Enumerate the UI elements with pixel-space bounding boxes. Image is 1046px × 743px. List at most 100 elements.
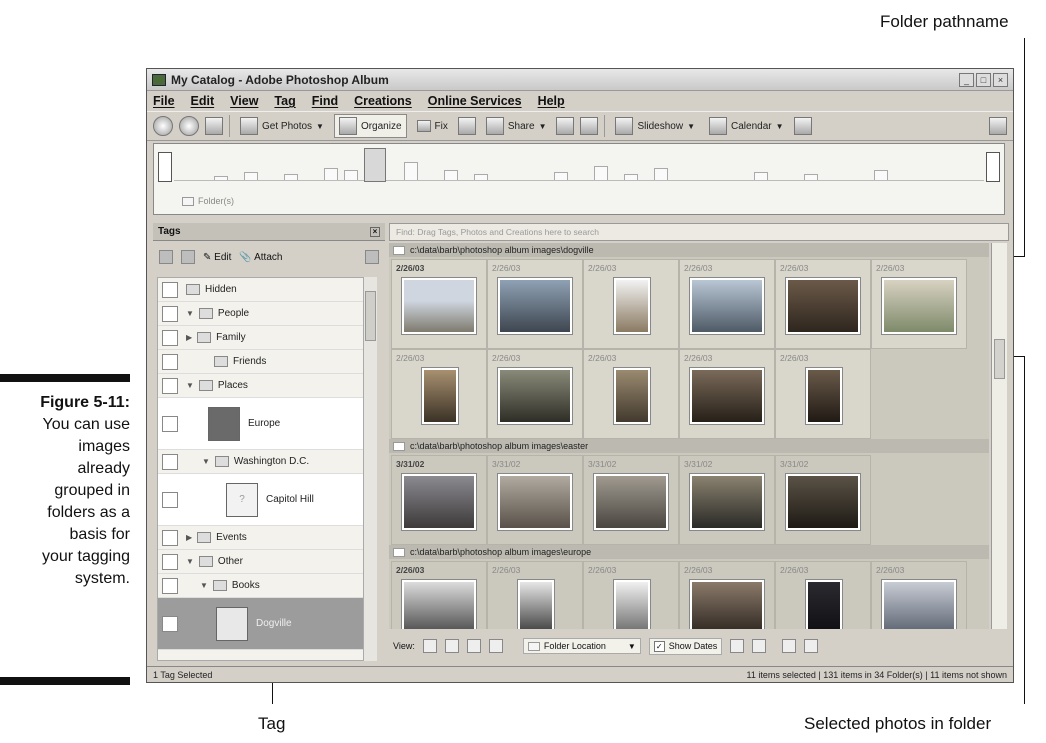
photo-cell[interactable]: 3/31/02 <box>679 455 775 545</box>
timeline-right-handle[interactable] <box>986 152 1000 182</box>
print-icon[interactable] <box>580 117 599 135</box>
tag-row-events[interactable]: ▶ Events <box>158 526 370 550</box>
photo-cell[interactable]: 2/26/03 <box>775 349 871 439</box>
photo-cell[interactable]: 2/26/03 <box>775 561 871 629</box>
tag-checkbox[interactable] <box>162 281 178 298</box>
version-set-icon[interactable] <box>804 639 819 653</box>
timeline-slider[interactable] <box>364 148 386 182</box>
tag-row-friends[interactable]: Friends <box>158 350 370 374</box>
tag-view-icon[interactable] <box>365 250 379 264</box>
scroll-thumb[interactable] <box>365 291 376 341</box>
photo-cell[interactable]: 2/26/03 <box>871 561 967 629</box>
tag-list-scrollbar[interactable] <box>363 277 377 661</box>
photo-cell[interactable]: 3/31/02 <box>583 455 679 545</box>
show-dates-toggle[interactable]: ✓ Show Dates <box>648 637 723 655</box>
expand-arrow-icon[interactable]: ▼ <box>186 309 194 318</box>
timeline-bar[interactable] <box>404 162 418 180</box>
tag-checkbox[interactable] <box>162 529 178 546</box>
expand-arrow-icon[interactable]: ▼ <box>200 581 208 590</box>
photo-cell[interactable]: 2/26/03 <box>487 561 583 629</box>
photo-cell[interactable]: 2/26/03 <box>391 349 487 439</box>
slideshow-button[interactable]: Slideshow ▼ <box>611 115 699 137</box>
title-bar[interactable]: My Catalog - Adobe Photoshop Album _ □ × <box>147 69 1013 91</box>
menu-online-services[interactable]: Online Services <box>428 94 522 108</box>
new-tag-icon[interactable] <box>159 250 173 264</box>
tag-row-europe[interactable]: Europe <box>158 398 370 450</box>
back-icon[interactable] <box>153 116 173 136</box>
timeline-bar[interactable] <box>624 174 638 180</box>
menu-creations[interactable]: Creations <box>354 94 412 108</box>
organize-button[interactable]: Organize <box>333 114 407 138</box>
folder-header[interactable]: c:\data\barb\photoshop album images\dogv… <box>389 243 989 257</box>
tag-checkbox[interactable] <box>162 415 178 432</box>
close-pane-icon[interactable]: × <box>370 226 380 237</box>
timeline[interactable]: Folder(s) <box>153 143 1005 215</box>
timeline-bar[interactable] <box>594 166 608 180</box>
photo-cell[interactable]: 2/26/03 <box>679 561 775 629</box>
tag-row-people[interactable]: ▼ People <box>158 302 370 326</box>
minimize-button[interactable]: _ <box>959 72 974 87</box>
menu-view[interactable]: View <box>230 94 258 108</box>
photo-cell[interactable]: 2/26/03 <box>487 349 583 439</box>
timeline-bar[interactable] <box>874 170 888 180</box>
tag-checkbox[interactable] <box>162 491 178 508</box>
menu-file[interactable]: File <box>153 94 175 108</box>
timeline-bar[interactable] <box>654 168 668 180</box>
rotate-icon[interactable] <box>793 117 812 135</box>
tag-row-books[interactable]: ▼ Books <box>158 574 370 598</box>
photo-cell[interactable]: 3/31/02 <box>391 455 487 545</box>
forward-icon[interactable] <box>179 116 199 136</box>
photo-cell[interactable]: 2/26/03 <box>775 259 871 349</box>
timeline-bar[interactable] <box>214 176 228 180</box>
get-photos-button[interactable]: Get Photos ▼ <box>236 115 328 137</box>
calendar-button[interactable]: Calendar ▼ <box>705 115 788 137</box>
compare-icon[interactable] <box>457 117 476 135</box>
single-photo-icon[interactable] <box>488 639 503 653</box>
full-screen-icon[interactable] <box>989 117 1007 135</box>
timeline-bar[interactable] <box>474 174 488 180</box>
attach-tag-button[interactable]: 📎 Attach <box>239 252 282 263</box>
order-prints-icon[interactable] <box>556 117 575 135</box>
timeline-bar[interactable] <box>444 170 458 180</box>
timeline-bar[interactable] <box>324 168 338 180</box>
details-view-icon[interactable] <box>466 639 481 653</box>
photo-cell[interactable]: 2/26/03 <box>583 259 679 349</box>
rotate-left-icon[interactable] <box>730 639 745 653</box>
delete-tag-icon[interactable] <box>181 250 195 264</box>
find-bar[interactable]: Find: Drag Tags, Photos and Creations he… <box>389 223 1009 241</box>
folder-header[interactable]: c:\data\barb\photoshop album images\east… <box>389 439 989 453</box>
timeline-bar[interactable] <box>344 170 358 180</box>
menu-tag[interactable]: Tag <box>274 94 295 108</box>
maximize-button[interactable]: □ <box>976 72 991 87</box>
menu-help[interactable]: Help <box>538 94 565 108</box>
tag-checkbox[interactable] <box>162 353 178 370</box>
tag-row-other[interactable]: ▼ Other <box>158 550 370 574</box>
timeline-bar[interactable] <box>244 172 258 180</box>
tag-checkbox[interactable] <box>162 615 178 632</box>
photo-well-scrollbar[interactable] <box>991 243 1007 629</box>
share-button[interactable]: Share ▼ <box>482 115 551 137</box>
photo-cell[interactable]: 2/26/03 <box>679 259 775 349</box>
folder-header[interactable]: c:\data\barb\photoshop album images\euro… <box>389 545 989 559</box>
timeline-bar[interactable] <box>554 172 568 180</box>
photo-cell[interactable]: 2/26/03 <box>391 259 487 349</box>
stack-icon[interactable] <box>782 639 797 653</box>
tag-checkbox[interactable] <box>162 453 178 470</box>
medium-thumbnails-icon[interactable] <box>444 639 459 653</box>
close-button[interactable]: × <box>993 72 1008 87</box>
timeline-bar[interactable] <box>754 172 768 180</box>
tag-checkbox[interactable] <box>162 329 178 346</box>
timeline-left-handle[interactable] <box>158 152 172 182</box>
timeline-bar[interactable] <box>804 174 818 180</box>
home-icon[interactable] <box>205 117 223 135</box>
collapse-arrow-icon[interactable]: ▶ <box>186 533 192 542</box>
tag-row-washington-dc[interactable]: ▼ Washington D.C. <box>158 450 370 474</box>
photo-cell[interactable]: 2/26/03 <box>487 259 583 349</box>
tag-checkbox[interactable] <box>162 305 178 322</box>
scroll-thumb[interactable] <box>994 339 1005 379</box>
collapse-arrow-icon[interactable]: ▶ <box>186 333 192 342</box>
expand-arrow-icon[interactable]: ▼ <box>186 557 194 566</box>
photo-cell[interactable]: 2/26/03 <box>871 259 967 349</box>
edit-tag-button[interactable]: ✎ Edit <box>203 252 231 263</box>
timeline-bar[interactable] <box>284 174 298 180</box>
